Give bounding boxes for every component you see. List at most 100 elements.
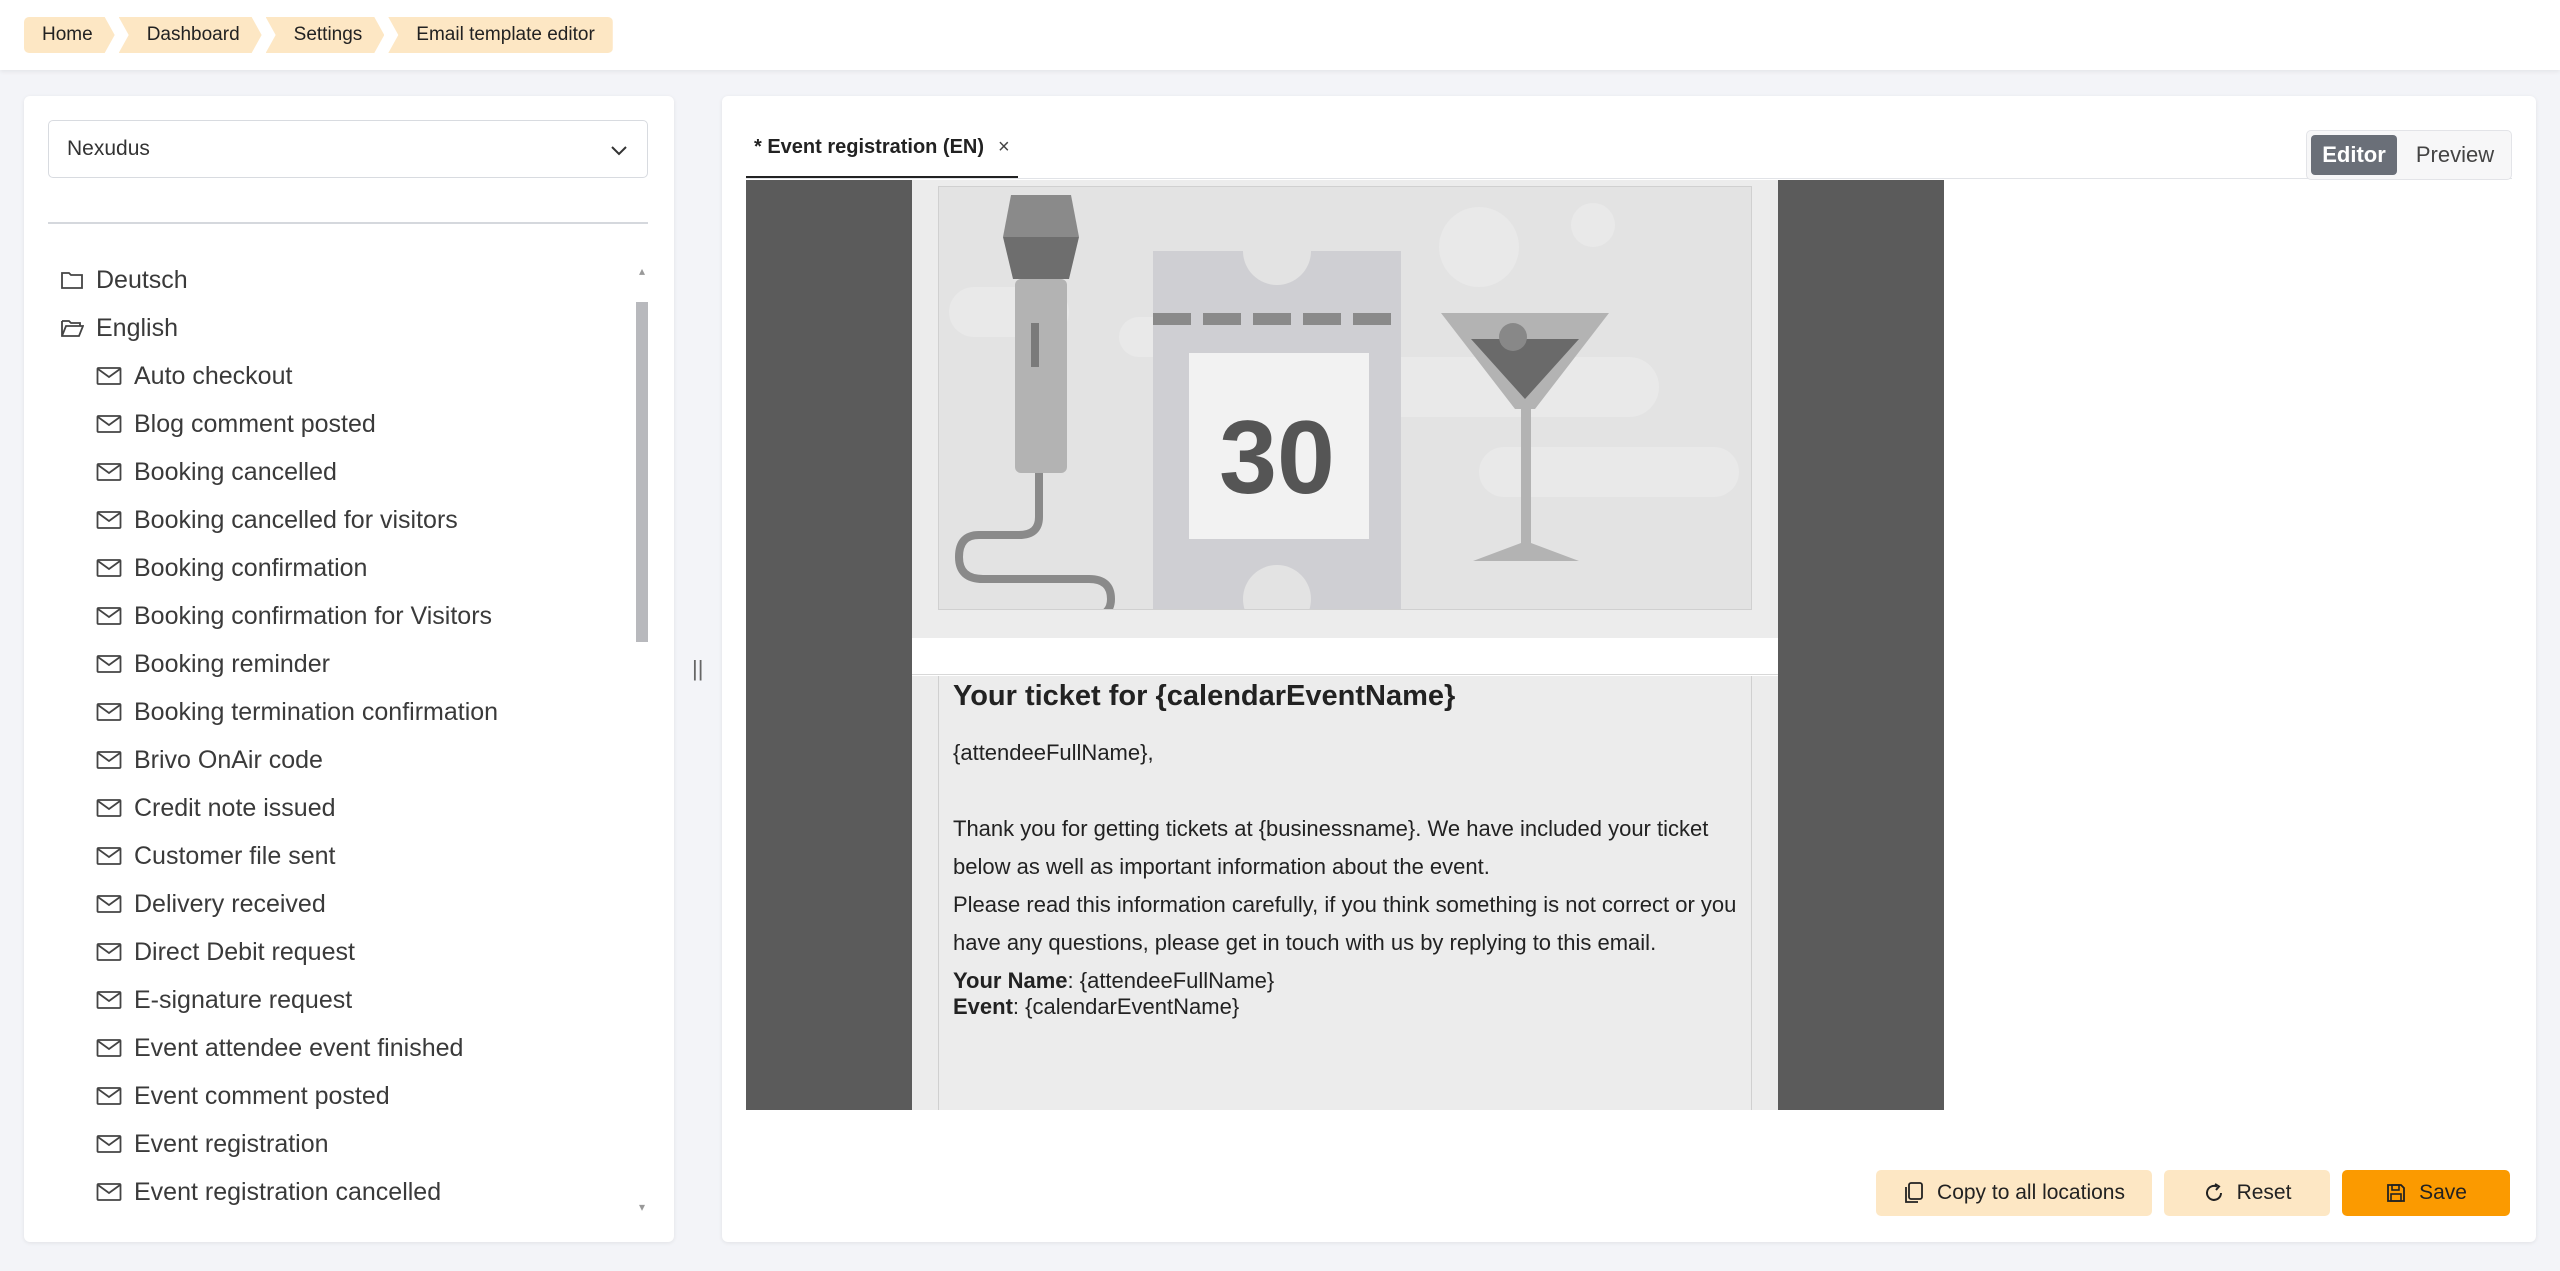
email-body: 30 Your ticket for {calendarEventName} {… [912, 180, 1778, 1110]
template-label: Event registration [134, 1129, 329, 1158]
tab-divider [746, 178, 2512, 179]
copy-to-all-locations-button[interactable]: Copy to all locations [1876, 1170, 2152, 1216]
template-label: Event registration cancelled [134, 1177, 442, 1206]
mail-icon [96, 415, 122, 433]
folder-icon [61, 272, 83, 289]
reset-button[interactable]: Reset [2164, 1170, 2330, 1216]
mail-icon [96, 847, 122, 865]
template-item[interactable]: Event registration cancelled [96, 1168, 441, 1216]
save-button-label: Save [2419, 1181, 2467, 1204]
email-title: Your ticket for {calendarEventName} [953, 680, 1456, 712]
template-item[interactable]: Booking termination confirmation [96, 688, 498, 736]
mail-icon [96, 703, 122, 721]
mail-icon [96, 1183, 122, 1201]
reset-icon [2205, 1183, 2222, 1201]
mail-icon [96, 1135, 122, 1153]
template-label: Brivo OnAir code [134, 745, 323, 774]
template-label: Delivery received [134, 889, 326, 918]
editor-mode-button[interactable]: Editor [2311, 135, 2397, 175]
template-tree-panel: Nexudus Deutsch English Auto checkout Blo… [24, 96, 674, 1242]
template-item[interactable]: Booking confirmation [96, 544, 367, 592]
tree-scrollbar-thumb[interactable] [636, 302, 648, 642]
template-item[interactable]: Brivo OnAir code [96, 736, 323, 784]
event-illustration-graphic: 30 [949, 195, 1739, 609]
email-paragraph-2: Please read this information carefully, … [953, 892, 1737, 955]
template-item[interactable]: E-signature request [96, 976, 352, 1024]
divider [48, 222, 648, 224]
template-label: Blog comment posted [134, 409, 376, 438]
template-label: Booking termination confirmation [134, 697, 499, 726]
mail-icon [96, 751, 122, 769]
panel-resize-handle[interactable]: || [692, 656, 703, 682]
mail-icon [96, 1087, 122, 1105]
template-item[interactable]: Event comment posted [96, 1072, 390, 1120]
template-item[interactable]: Auto checkout [96, 352, 292, 400]
copy-button-label: Copy to all locations [1937, 1181, 2125, 1204]
template-item[interactable]: Event registration [96, 1120, 329, 1168]
breadcrumb-settings[interactable]: Settings [266, 17, 385, 53]
mail-icon [96, 943, 122, 961]
template-label: Auto checkout [134, 361, 293, 390]
mail-icon [96, 1039, 122, 1057]
scroll-down-arrow[interactable]: ▾ [636, 1200, 648, 1214]
editor-panel: * Event registration (EN) × Editor Previe… [722, 96, 2536, 1242]
template-label: Event attendee event finished [134, 1033, 464, 1062]
template-label: Booking cancelled for visitors [134, 505, 458, 534]
mail-icon [96, 991, 122, 1009]
template-label: Credit note issued [134, 793, 336, 822]
template-label: Direct Debit request [134, 937, 355, 966]
email-content-block: Your ticket for {calendarEventName} {att… [912, 676, 1778, 1110]
breadcrumb: Home Dashboard Settings Email template e… [24, 17, 617, 53]
mail-icon [96, 655, 122, 673]
spacer-block [912, 638, 1778, 675]
template-label: Booking confirmation [134, 553, 368, 582]
scroll-up-arrow[interactable]: ▴ [636, 264, 648, 278]
breadcrumb-email-template-editor[interactable]: Email template editor [388, 17, 613, 53]
preview-mode-button[interactable]: Preview [2403, 135, 2507, 175]
template-item[interactable]: Booking cancelled [96, 448, 337, 496]
mail-icon [96, 367, 122, 385]
mail-icon [96, 799, 122, 817]
template-label: Booking reminder [134, 649, 330, 678]
top-bar: Home Dashboard Settings Email template e… [0, 0, 2560, 70]
template-item[interactable]: Booking confirmation for Visitors [96, 592, 492, 640]
breadcrumb-home[interactable]: Home [24, 17, 115, 53]
template-label: Booking confirmation for Visitors [134, 601, 493, 630]
template-label: Customer file sent [134, 841, 336, 870]
template-item[interactable]: Blog comment posted [96, 400, 376, 448]
tab-label: * Event registration (EN) [754, 136, 985, 158]
template-item[interactable]: Booking reminder [96, 640, 330, 688]
save-button[interactable]: Save [2342, 1170, 2510, 1216]
template-label: E-signature request [134, 985, 353, 1014]
mail-icon [96, 559, 122, 577]
email-paragraph-1: Thank you for getting tickets at {busine… [953, 816, 1709, 879]
close-icon[interactable]: × [998, 136, 1010, 158]
chevron-down-icon [611, 146, 627, 156]
template-item[interactable]: Customer file sent [96, 832, 335, 880]
email-detail-event: Event: {calendarEventName} [953, 988, 1743, 1026]
hero-image-block: 30 [912, 180, 1778, 639]
editor-preview-toggle: Editor Preview [2306, 130, 2512, 180]
breadcrumb-dashboard[interactable]: Dashboard [119, 17, 262, 53]
detail-value: : {calendarEventName} [1012, 994, 1240, 1019]
mail-icon [96, 607, 122, 625]
template-item[interactable]: Event attendee event finished [96, 1024, 463, 1072]
location-select[interactable]: Nexudus [48, 120, 648, 178]
tab-event-registration[interactable]: * Event registration (EN) × [746, 134, 1018, 179]
template-item[interactable]: Delivery received [96, 880, 326, 928]
folder-open-icon [61, 320, 84, 337]
copy-icon [1905, 1182, 1923, 1203]
save-icon [2387, 1184, 2405, 1202]
template-item[interactable]: Booking cancelled for visitors [96, 496, 458, 544]
hero-ticket-number: 30 [1219, 400, 1335, 516]
folder-label: English [96, 313, 178, 342]
email-editor-canvas[interactable]: 30 Your ticket for {calendarEventName} {… [746, 180, 2512, 1110]
reset-button-label: Reset [2236, 1181, 2292, 1204]
template-item[interactable]: Credit note issued [96, 784, 336, 832]
folder-english[interactable]: English [60, 304, 178, 352]
template-item[interactable]: Direct Debit request [96, 928, 355, 976]
mail-icon [96, 895, 122, 913]
folder-deutsch[interactable]: Deutsch [60, 256, 188, 304]
location-select-value: Nexudus [67, 137, 150, 160]
template-label: Booking cancelled [134, 457, 337, 486]
